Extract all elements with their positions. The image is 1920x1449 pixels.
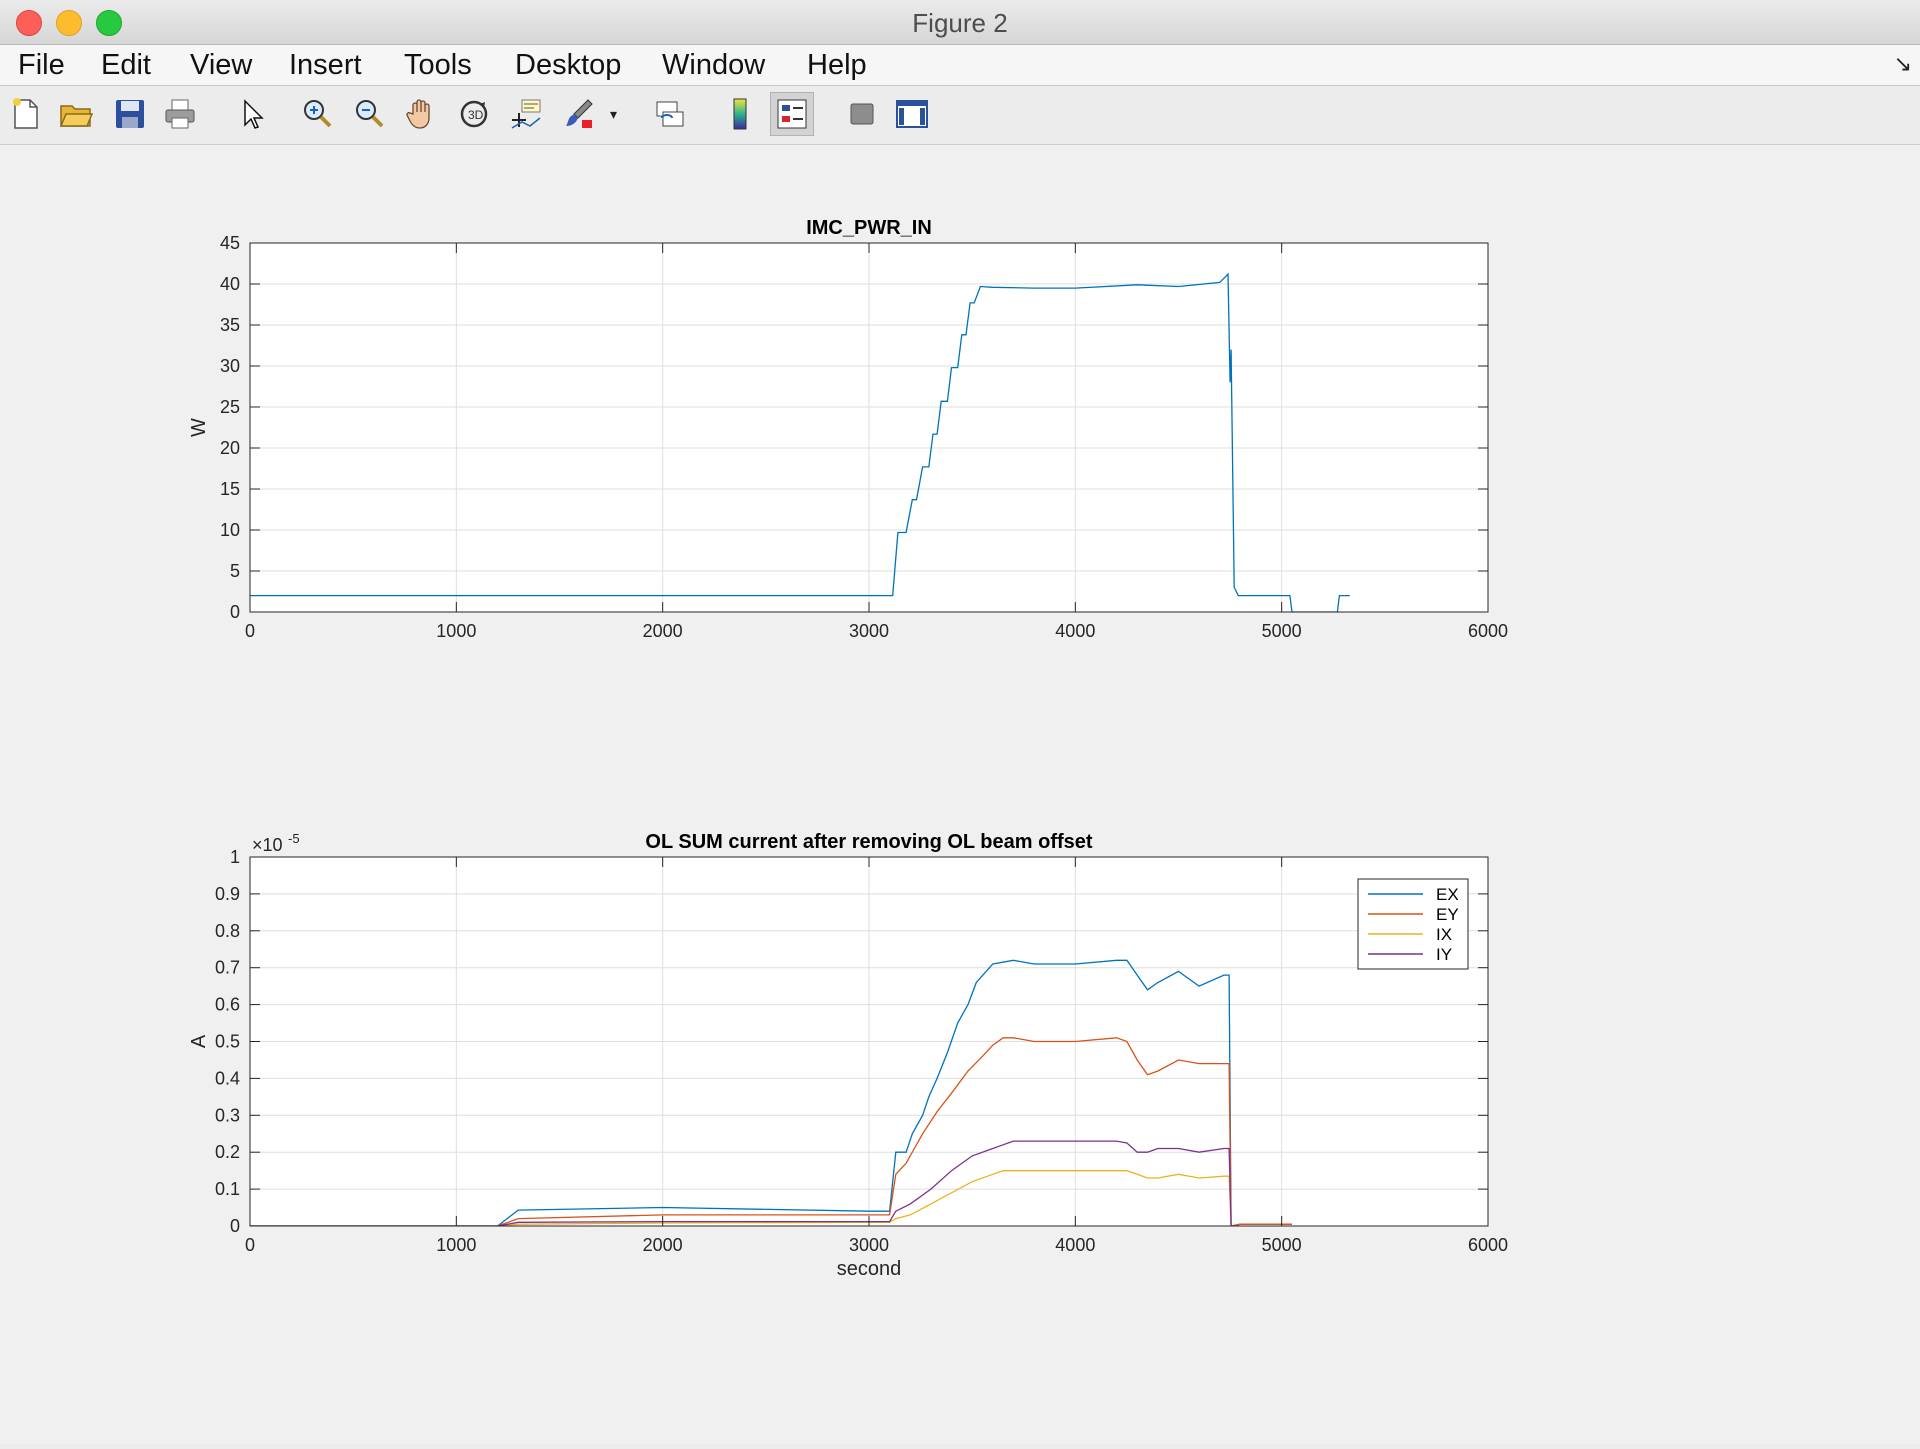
legend-label-iy: IY: [1436, 945, 1452, 964]
new-figure-icon[interactable]: [4, 92, 48, 136]
menu-bar: File Edit View Insert Tools Desktop Wind…: [0, 45, 1920, 86]
save-icon[interactable]: [108, 92, 152, 136]
menu-tools[interactable]: Tools: [404, 49, 472, 82]
x-tick-label: 6000: [1468, 621, 1508, 641]
brush-icon[interactable]: [556, 92, 600, 136]
y-tick-label: 45: [220, 233, 240, 253]
menu-desktop[interactable]: Desktop: [515, 49, 621, 82]
y-tick-label: 15: [220, 479, 240, 499]
y-tick-label: 0: [230, 602, 240, 622]
x-tick-label: 6000: [1468, 1235, 1508, 1255]
dock-figure-icon[interactable]: ↘: [1894, 51, 1912, 77]
legend-label-ix: IX: [1436, 925, 1452, 944]
legend-icon[interactable]: [770, 92, 814, 136]
y-tick-label: 35: [220, 315, 240, 335]
legend-label-ex: EX: [1436, 885, 1459, 904]
data-cursor-icon[interactable]: [504, 92, 548, 136]
menu-edit[interactable]: Edit: [101, 49, 151, 82]
x-axis-label: second: [837, 1258, 902, 1280]
zoom-in-icon[interactable]: [296, 92, 340, 136]
y-tick-label: 0.3: [215, 1105, 240, 1125]
y-tick-label: 0.6: [215, 995, 240, 1015]
y-tick-label: 25: [220, 397, 240, 417]
axes-1: 0 1000 2000 3000 4000 5000 6000 0 5 10 15 20 25 30 35 4…: [188, 217, 1508, 641]
y-tick-label: 30: [220, 356, 240, 376]
y-axis-label: W: [188, 418, 210, 437]
y-tick-label: 0.8: [215, 921, 240, 941]
y-exponent-label: ×10: [252, 835, 283, 855]
menu-file[interactable]: File: [18, 49, 65, 82]
brush-options-arrow-icon[interactable]: ▾: [610, 106, 617, 123]
x-tick-label: 3000: [849, 621, 889, 641]
x-tick-label: 5000: [1262, 1235, 1302, 1255]
y-tick-label: 0.5: [215, 1032, 240, 1052]
legend-label-ey: EY: [1436, 905, 1459, 924]
x-tick-label: 3000: [849, 1235, 889, 1255]
window-titlebar: Figure 2: [0, 0, 1920, 45]
y-tick-label: 0.9: [215, 884, 240, 904]
window-title: Figure 2: [912, 8, 1008, 38]
menu-help[interactable]: Help: [807, 49, 867, 82]
rotate-3d-icon[interactable]: 3D: [452, 92, 496, 136]
zoom-out-icon[interactable]: [348, 92, 392, 136]
x-tick-label: 4000: [1055, 621, 1095, 641]
select-arrow-icon[interactable]: [230, 92, 274, 136]
y-tick-label: 20: [220, 438, 240, 458]
chart-title: OL SUM current after removing OL beam of…: [645, 831, 1092, 853]
y-tick-label: 5: [230, 561, 240, 581]
pan-hand-icon[interactable]: [400, 92, 444, 136]
x-tick-label: 2000: [643, 621, 683, 641]
link-plot-icon[interactable]: [648, 92, 692, 136]
y-tick-label: 1: [230, 847, 240, 867]
figure-canvas: 0 1000 2000 3000 4000 5000 6000 0 5 10 15 20 25 30 35 4…: [0, 145, 1920, 1444]
svg-text:3D: 3D: [468, 108, 484, 122]
show-plot-tools-icon[interactable]: [890, 92, 934, 136]
menu-window[interactable]: Window: [662, 49, 765, 82]
figure-svg: 0 1000 2000 3000 4000 5000 6000051015202530354…: [188, 217, 1508, 1280]
hide-plot-tools-icon[interactable]: [840, 92, 884, 136]
x-tick-label: 2000: [643, 1235, 683, 1255]
y-tick-label: 0.1: [215, 1179, 240, 1199]
y-axis-label: A: [188, 1034, 210, 1048]
x-tick-label: 1000: [436, 1235, 476, 1255]
figure-toolbar: 3D ▾: [0, 86, 1920, 145]
x-tick-label: 4000: [1055, 1235, 1095, 1255]
legend: EXEYIXIY: [1357, 878, 1469, 970]
x-tick-label: 5000: [1262, 621, 1302, 641]
x-tick-label: 0: [245, 621, 255, 641]
print-icon[interactable]: [158, 92, 202, 136]
x-tick-label: 0: [245, 1235, 255, 1255]
menu-view[interactable]: View: [190, 49, 252, 82]
y-tick-label: 0.4: [215, 1068, 240, 1088]
menu-insert[interactable]: Insert: [289, 49, 362, 82]
y-tick-label: 40: [220, 274, 240, 294]
x-tick-label: 1000: [436, 621, 476, 641]
chart-title: IMC_PWR_IN: [806, 217, 932, 239]
y-exponent-power: -5: [288, 831, 300, 846]
y-tick-label: 0: [230, 1216, 240, 1236]
y-tick-label: 10: [220, 520, 240, 540]
y-tick-label: 0.7: [215, 958, 240, 978]
axes-2: 0 1000 2000 3000 4000 5000 6000 0 0.1 0.2 0.3 0.4 0.…: [188, 831, 1508, 1280]
open-file-icon[interactable]: [54, 92, 98, 136]
y-tick-label: 0.2: [215, 1142, 240, 1162]
colorbar-icon[interactable]: [718, 92, 762, 136]
